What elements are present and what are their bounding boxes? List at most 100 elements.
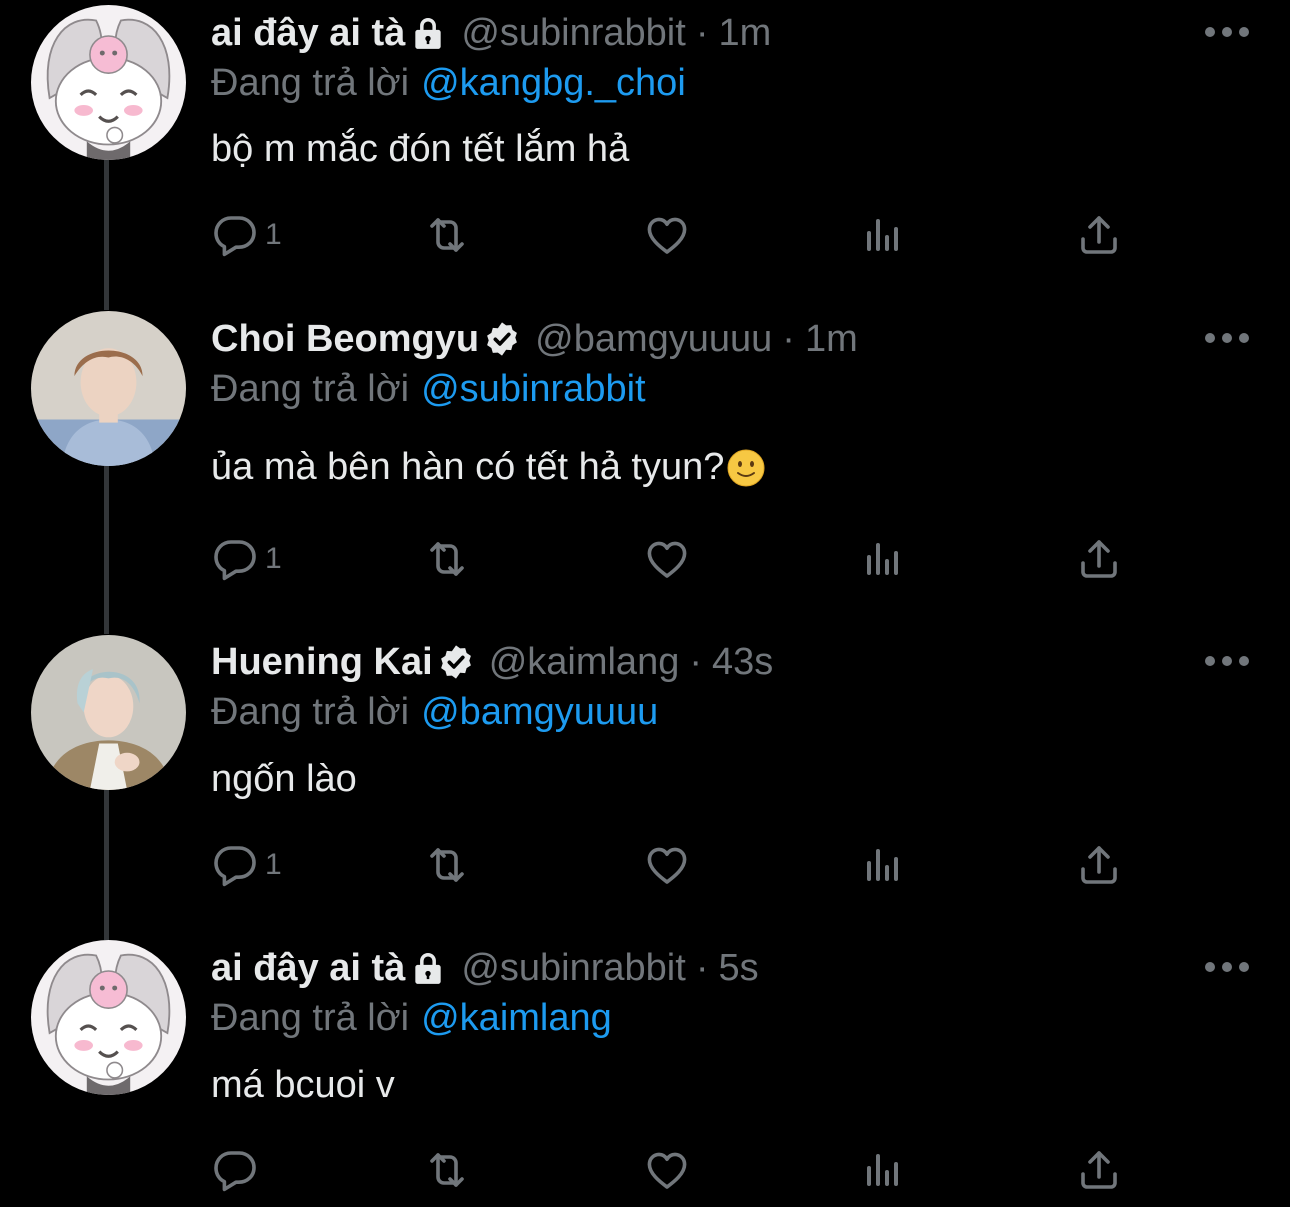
share-icon: [1075, 535, 1123, 583]
separator-dot: ·: [689, 640, 702, 683]
share-button[interactable]: [1075, 529, 1123, 589]
bar-chart-icon: [859, 535, 907, 583]
tweet-header: ai đây ai tà @subinrabbit · 1m: [211, 8, 771, 58]
like-button[interactable]: [643, 205, 691, 265]
retweet-icon: [423, 1146, 471, 1194]
share-icon: [1075, 211, 1123, 259]
like-button[interactable]: [643, 529, 691, 589]
display-name[interactable]: Huening Kai: [211, 641, 433, 684]
replying-to-label: Đang trả lời: [211, 997, 410, 1039]
reply-icon: [211, 841, 259, 889]
action-bar: 1: [211, 205, 1141, 265]
tweet-text-content: bộ m mắc đón tết lắm hả: [211, 128, 630, 170]
reply-to-mention[interactable]: @bamgyuuuu: [421, 691, 658, 733]
display-name[interactable]: ai đây ai tà: [211, 947, 405, 990]
share-icon: [1075, 1146, 1123, 1194]
reply-icon: [211, 211, 259, 259]
reply-count: 1: [265, 848, 282, 881]
like-button[interactable]: [643, 835, 691, 895]
replying-to: Đang trả lời @subinrabbit: [211, 368, 646, 411]
avatar[interactable]: [31, 5, 186, 160]
timestamp[interactable]: 43s: [712, 641, 773, 684]
tweet-text: má bcuoi v: [211, 1064, 395, 1107]
heart-icon: [643, 211, 691, 259]
separator-dot: ·: [695, 11, 709, 54]
avatar[interactable]: [31, 940, 186, 1095]
replying-to-label: Đang trả lời: [211, 62, 410, 104]
reply-to-mention[interactable]: @subinrabbit: [421, 368, 645, 410]
separator-dot: ·: [782, 317, 795, 360]
retweet-button[interactable]: [423, 1140, 471, 1200]
like-button[interactable]: [643, 1140, 691, 1200]
tweet[interactable]: Huening Kai @kaimlang · 43s Đang trả lời…: [0, 634, 1290, 940]
retweet-button[interactable]: [423, 529, 471, 589]
display-name[interactable]: Choi Beomgyu: [211, 318, 479, 361]
separator-dot: ·: [695, 946, 709, 989]
more-options-button[interactable]: [1204, 326, 1250, 350]
bar-chart-icon: [859, 1146, 907, 1194]
replying-to-label: Đang trả lời: [211, 368, 410, 410]
views-button[interactable]: [859, 1140, 907, 1200]
reply-button[interactable]: 1: [211, 205, 282, 265]
reply-count: 1: [265, 542, 282, 575]
verified-icon: [437, 643, 475, 681]
timestamp[interactable]: 1m: [805, 318, 858, 361]
retweet-button[interactable]: [423, 835, 471, 895]
handle[interactable]: @bamgyuuuu: [535, 318, 772, 361]
reply-icon: [211, 535, 259, 583]
replying-to-label: Đang trả lời: [211, 691, 410, 733]
verified-icon: [483, 320, 521, 358]
share-button[interactable]: [1075, 835, 1123, 895]
tweet-header: Choi Beomgyu @bamgyuuuu · 1m: [211, 314, 858, 364]
share-icon: [1075, 841, 1123, 889]
timestamp[interactable]: 5s: [718, 947, 758, 990]
slightly-smiling-face-icon: [726, 448, 766, 488]
tweet[interactable]: ai đây ai tà @subinrabbit · 1m Đang trả …: [0, 0, 1290, 310]
reply-to-mention[interactable]: @kangbg._choi: [421, 62, 686, 104]
handle[interactable]: @kaimlang: [489, 641, 680, 684]
reply-button[interactable]: [211, 1140, 265, 1200]
heart-icon: [643, 535, 691, 583]
retweet-icon: [423, 535, 471, 583]
action-bar: 1: [211, 835, 1141, 895]
reply-button[interactable]: 1: [211, 835, 282, 895]
tweet[interactable]: Choi Beomgyu @bamgyuuuu · 1m Đang trả lờ…: [0, 310, 1290, 634]
avatar[interactable]: [31, 635, 186, 790]
retweet-icon: [423, 211, 471, 259]
views-button[interactable]: [859, 205, 907, 265]
timestamp[interactable]: 1m: [718, 12, 771, 55]
tweet[interactable]: ai đây ai tà @subinrabbit · 5s Đang trả …: [0, 940, 1290, 1207]
views-button[interactable]: [859, 529, 907, 589]
heart-icon: [643, 1146, 691, 1194]
tweet-text-content: ngốn lào: [211, 758, 357, 800]
reply-to-mention[interactable]: @kaimlang: [421, 997, 612, 1039]
replying-to: Đang trả lời @kaimlang: [211, 997, 612, 1040]
tweet-header: ai đây ai tà @subinrabbit · 5s: [211, 943, 759, 993]
bar-chart-icon: [859, 211, 907, 259]
more-options-button[interactable]: [1204, 955, 1250, 979]
more-icon: [1204, 332, 1250, 344]
replying-to: Đang trả lời @bamgyuuuu: [211, 691, 658, 734]
tweet-text-content: má bcuoi v: [211, 1064, 395, 1106]
reply-icon: [211, 1146, 259, 1194]
action-bar: [211, 1140, 1141, 1200]
more-icon: [1204, 961, 1250, 973]
share-button[interactable]: [1075, 1140, 1123, 1200]
handle[interactable]: @subinrabbit: [461, 12, 685, 55]
lock-icon: [409, 949, 447, 987]
retweet-button[interactable]: [423, 205, 471, 265]
replying-to: Đang trả lời @kangbg._choi: [211, 62, 686, 105]
tweet-header: Huening Kai @kaimlang · 43s: [211, 637, 773, 687]
more-options-button[interactable]: [1204, 20, 1250, 44]
reply-button[interactable]: 1: [211, 529, 282, 589]
heart-icon: [643, 841, 691, 889]
display-name[interactable]: ai đây ai tà: [211, 12, 405, 55]
handle[interactable]: @subinrabbit: [461, 947, 685, 990]
more-options-button[interactable]: [1204, 649, 1250, 673]
share-button[interactable]: [1075, 205, 1123, 265]
more-icon: [1204, 655, 1250, 667]
lock-icon: [409, 14, 447, 52]
views-button[interactable]: [859, 835, 907, 895]
tweet-text: bộ m mắc đón tết lắm hả: [211, 128, 629, 171]
avatar[interactable]: [31, 311, 186, 466]
